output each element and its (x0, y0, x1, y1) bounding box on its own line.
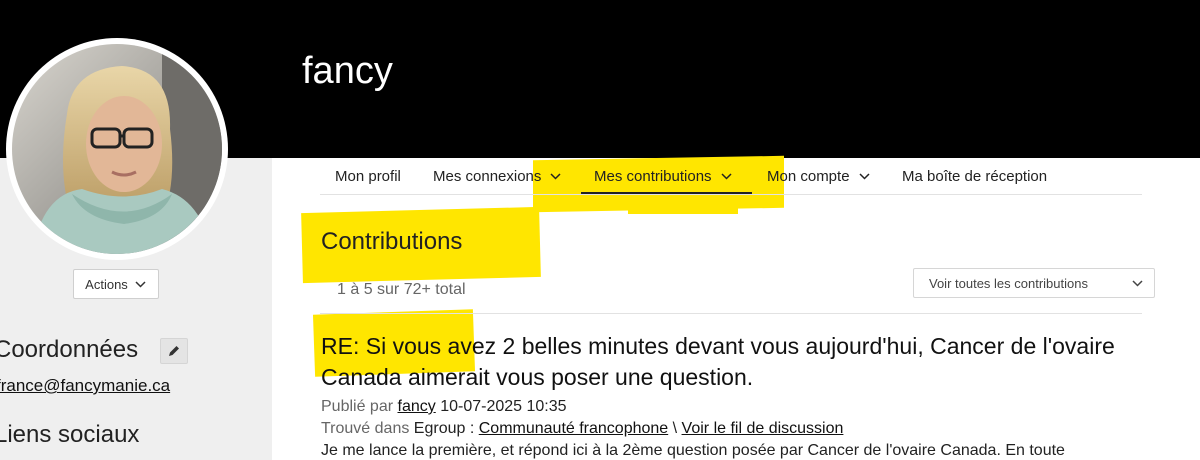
actions-button[interactable]: Actions (73, 269, 159, 299)
filter-selected-value: Voir toutes les contributions (929, 275, 1088, 291)
avatar[interactable] (12, 44, 222, 254)
highlight-mark-nav-tail (628, 200, 738, 214)
chevron-down-icon (721, 173, 732, 180)
post-datetime: 10-07-2025 10:35 (440, 398, 567, 415)
tab-my-profile[interactable]: Mon profil (335, 168, 401, 185)
chevron-down-icon (135, 280, 146, 288)
tab-label: Mon compte (767, 168, 850, 185)
community-link[interactable]: Communauté francophone (479, 420, 668, 437)
post-title-link[interactable]: RE: Si vous avez 2 belles minutes devant… (321, 331, 1151, 393)
tab-label: Mon profil (335, 168, 401, 185)
path-separator: \ (672, 420, 678, 437)
author-link[interactable]: fancy (398, 398, 436, 415)
contributions-heading: Contributions (321, 228, 463, 255)
published-by-label: Publié par (321, 398, 394, 415)
chevron-down-icon (550, 173, 561, 180)
social-links-heading: Liens sociaux (0, 421, 140, 448)
tab-label: Mes contributions (594, 168, 712, 185)
chevron-down-icon (1132, 280, 1143, 287)
actions-button-label: Actions (85, 276, 128, 292)
chevron-down-icon (859, 173, 870, 180)
contributions-filter-select[interactable]: Voir toutes les contributions (913, 268, 1155, 298)
found-in-label: Trouvé dans (321, 420, 410, 437)
post-location: Trouvé dans Egroup : Communauté francoph… (321, 420, 843, 438)
tab-my-connections[interactable]: Mes connexions (433, 168, 562, 185)
email-link[interactable]: france@fancymanie.ca (0, 376, 170, 396)
edit-coordinates-button[interactable] (160, 338, 188, 364)
pencil-icon (169, 346, 179, 356)
coordinates-heading: Coordonnées (0, 336, 139, 363)
profile-nav: Mon profil Mes connexions Mes contributi… (320, 158, 1142, 195)
divider (320, 313, 1142, 314)
active-tab-indicator (581, 192, 752, 194)
tab-my-contributions[interactable]: Mes contributions (594, 168, 733, 185)
post-byline: Publié par fancy 10-07-2025 10:35 (321, 398, 567, 416)
tab-label: Mes connexions (433, 168, 542, 185)
group-label: Egroup : (413, 420, 475, 437)
results-count: 1 à 5 sur 72+ total (337, 281, 466, 298)
tab-label: Ma boîte de réception (902, 168, 1048, 185)
post-excerpt: Je me lance la première, et répond ici à… (321, 442, 1065, 459)
tab-inbox[interactable]: Ma boîte de réception (902, 168, 1047, 185)
profile-name: fancy (302, 50, 393, 92)
view-thread-link[interactable]: Voir le fil de discussion (682, 420, 844, 437)
tab-my-account[interactable]: Mon compte (767, 168, 871, 185)
